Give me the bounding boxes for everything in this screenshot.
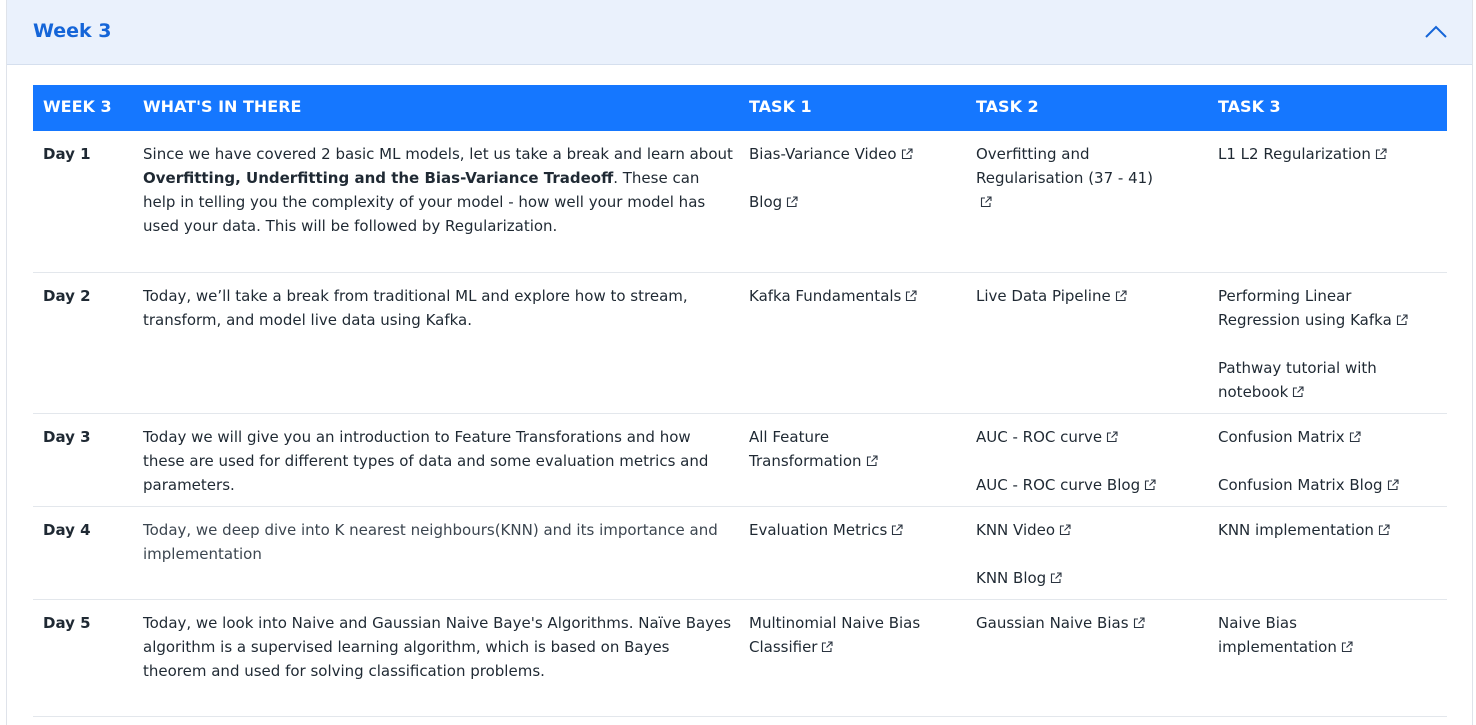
external-link-icon: [905, 290, 917, 302]
table-row: Day 1 Since we have covered 2 basic ML m…: [33, 131, 1447, 273]
external-link-icon: [1133, 617, 1145, 629]
row-description: Today, we deep dive into K nearest neigh…: [143, 521, 718, 563]
task-2-cell: Live Data Pipeline: [966, 273, 1208, 413]
task-link[interactable]: Confusion Matrix: [1218, 425, 1447, 449]
external-link-icon: [980, 196, 992, 208]
task-link[interactable]: Live Data Pipeline: [976, 284, 1208, 308]
table-row: Day 3 Today we will give you an introduc…: [33, 414, 1447, 507]
external-link-icon: [1341, 641, 1353, 653]
table-row: Day 4 Today, we deep dive into K nearest…: [33, 507, 1447, 600]
external-link-icon: [1059, 524, 1071, 536]
external-link-icon: [891, 524, 903, 536]
external-link-icon: [1396, 314, 1408, 326]
task-link[interactable]: Pathway tutorial with notebook: [1218, 356, 1437, 404]
external-link-icon: [1349, 431, 1361, 443]
day-label: Day 4: [43, 521, 91, 539]
external-link-icon: [1050, 572, 1062, 584]
task-2-cell: KNN Video KNN Blog: [966, 507, 1208, 599]
task-link[interactable]: AUC - ROC curve: [976, 425, 1208, 449]
external-link-icon: [1375, 148, 1387, 160]
task-3-cell: Naive Bias implementation: [1208, 600, 1447, 716]
task-link[interactable]: All Feature Transformation: [749, 425, 926, 473]
table-row: Day 2 Today, we’ll take a break from tra…: [33, 273, 1447, 414]
task-1-cell: Bias-Variance Video Blog: [739, 131, 966, 272]
external-link-icon: [821, 641, 834, 653]
task-link[interactable]: Bias-Variance Video: [749, 142, 966, 166]
task-3-cell: L1 L2 Regularization: [1208, 131, 1447, 272]
header-task-1: TASK 1: [749, 97, 812, 116]
row-description: Today, we’ll take a break from tradition…: [143, 287, 688, 329]
external-link-icon: [786, 196, 798, 208]
day-label: Day 2: [43, 287, 91, 305]
table-row: Day 5 Today, we look into Naive and Gaus…: [33, 600, 1447, 717]
task-3-cell: Confusion Matrix Confusion Matrix Blog: [1208, 414, 1447, 506]
task-link[interactable]: L1 L2 Regularization: [1218, 142, 1447, 166]
header-task-2: TASK 2: [976, 97, 1039, 116]
day-label: Day 1: [43, 145, 91, 163]
task-1-cell: Kafka Fundamentals: [739, 273, 966, 413]
task-link[interactable]: Gaussian Naive Bias: [976, 611, 1208, 635]
task-link[interactable]: Performing Linear Regression using Kafka: [1218, 284, 1437, 332]
task-1-cell: Evaluation Metrics: [739, 507, 966, 599]
task-2-cell: AUC - ROC curve AUC - ROC curve Blog: [966, 414, 1208, 506]
header-whats-in-there: WHAT'S IN THERE: [143, 97, 302, 116]
task-3-cell: KNN implementation: [1208, 507, 1447, 599]
task-1-cell: All Feature Transformation: [739, 414, 966, 506]
external-link-icon: [1106, 431, 1118, 443]
task-1-cell: Multinomial Naive Bias Classifier: [739, 600, 966, 716]
panel-title: Week 3: [33, 20, 112, 42]
day-label: Day 3: [43, 428, 91, 446]
task-link[interactable]: Blog: [749, 190, 966, 214]
task-link[interactable]: Naive Bias implementation: [1218, 611, 1367, 659]
task-link[interactable]: Kafka Fundamentals: [749, 284, 966, 308]
external-link-icon: [1144, 479, 1156, 491]
task-2-cell: Gaussian Naive Bias: [966, 600, 1208, 716]
external-link-icon: [901, 148, 913, 160]
task-link[interactable]: KNN Video: [976, 518, 1208, 542]
task-2-cell: Overfitting and Regularisation (37 - 41): [966, 131, 1208, 272]
external-link-icon: [1115, 290, 1127, 302]
external-link-icon: [1378, 524, 1390, 536]
task-link[interactable]: Multinomial Naive Bias Classifier: [749, 611, 946, 659]
row-description: Since we have covered 2 basic ML models,…: [143, 145, 733, 235]
task-3-cell: Performing Linear Regression using Kafka…: [1208, 273, 1447, 413]
external-link-icon: [866, 455, 878, 467]
external-link-icon: [1292, 386, 1304, 398]
task-link[interactable]: AUC - ROC curve Blog: [976, 473, 1208, 497]
week-panel: Week 3 WEEK 3 WHAT'S IN THERE TASK 1 TAS…: [6, 0, 1473, 725]
day-label: Day 5: [43, 614, 91, 632]
chevron-up-icon[interactable]: [1424, 22, 1448, 42]
task-link[interactable]: KNN implementation: [1218, 518, 1447, 542]
row-description: Today we will give you an introduction t…: [143, 428, 709, 494]
table-header: WEEK 3 WHAT'S IN THERE TASK 1 TASK 2 TAS…: [33, 85, 1447, 131]
schedule-table: WEEK 3 WHAT'S IN THERE TASK 1 TASK 2 TAS…: [33, 85, 1447, 717]
header-week: WEEK 3: [43, 97, 112, 116]
task-link[interactable]: Confusion Matrix Blog: [1218, 473, 1447, 497]
external-link-icon: [1387, 479, 1399, 491]
accordion-header[interactable]: Week 3: [7, 0, 1472, 65]
task-link[interactable]: Overfitting and Regularisation (37 - 41): [976, 142, 1168, 214]
task-link[interactable]: KNN Blog: [976, 566, 1208, 590]
task-link[interactable]: Evaluation Metrics: [749, 518, 966, 542]
row-description: Today, we look into Naive and Gaussian N…: [143, 614, 732, 680]
header-task-3: TASK 3: [1218, 97, 1281, 116]
